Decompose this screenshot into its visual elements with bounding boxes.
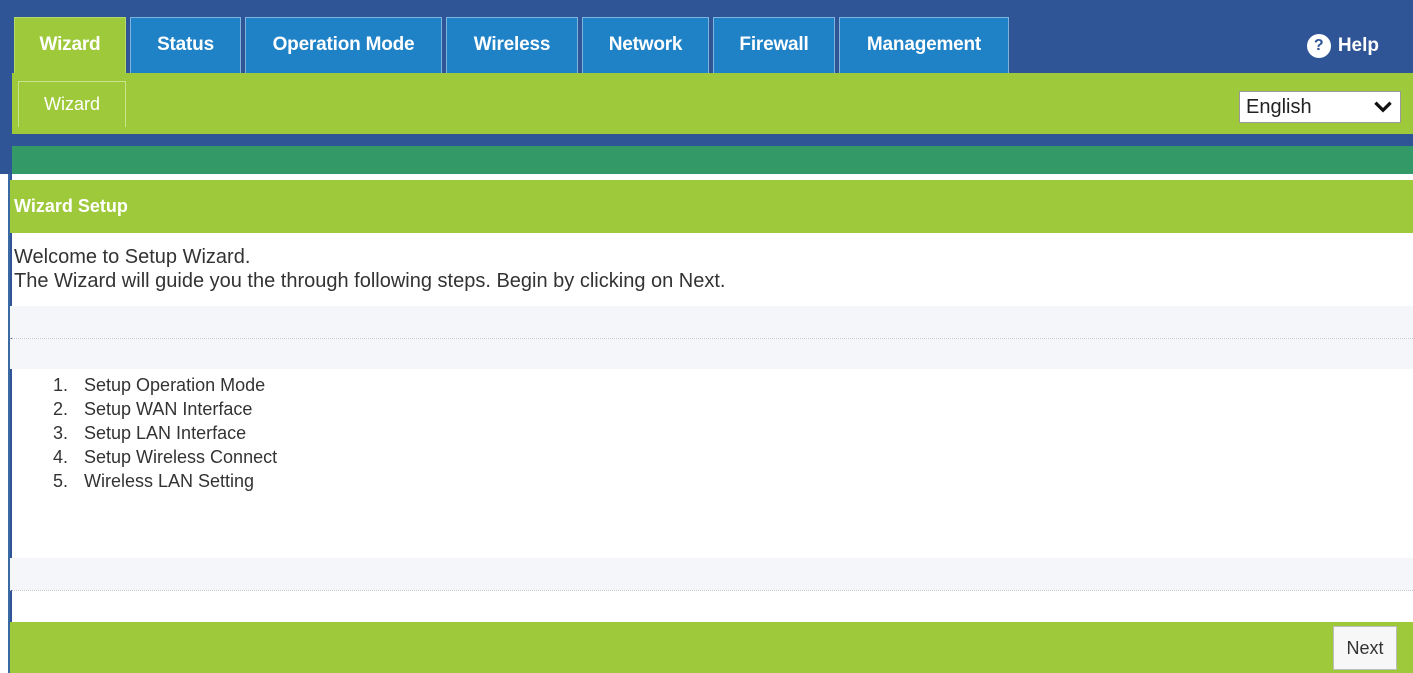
intro-text: Welcome to Setup Wizard. The Wizard will… [14, 245, 1404, 293]
teal-band [12, 146, 1413, 174]
help-label: Help [1337, 35, 1379, 56]
tab-firewall[interactable]: Firewall [713, 17, 835, 73]
footer-bar: Next [10, 622, 1413, 673]
nav-divider [0, 134, 1413, 146]
help-icon: ? [1306, 34, 1331, 58]
section-title: Wizard Setup [10, 180, 1413, 233]
content-left-border [0, 174, 10, 673]
list-item: 1. Setup Operation Mode [52, 375, 266, 395]
list-item: 2. Setup WAN Interface [52, 399, 253, 419]
language-select-value: English [1246, 95, 1312, 118]
subtab-wizard[interactable]: Wizard [18, 81, 126, 127]
spacer-row [10, 339, 1413, 369]
list-item: 5. Wireless LAN Setting [52, 471, 255, 491]
wizard-steps-list: 1. Setup Operation Mode 2. Setup WAN Inter… [18, 373, 277, 493]
next-button[interactable]: Next [1333, 626, 1397, 670]
router-admin-page: Wizard Status Operation Mode Wireless Ne… [0, 0, 1413, 673]
main-tabs: Wizard Status Operation Mode Wireless Ne… [14, 17, 1013, 73]
list-item: 4. Setup Wireless Connect [52, 447, 278, 467]
intro-line-1: Welcome to Setup Wizard. [14, 246, 251, 268]
tab-wizard[interactable]: Wizard [14, 17, 126, 73]
sub-navigation-bar: Wizard English [12, 73, 1413, 134]
divider [10, 590, 1413, 591]
spacer-row [10, 306, 1413, 338]
tab-operation-mode[interactable]: Operation Mode [245, 17, 442, 73]
tab-wireless[interactable]: Wireless [446, 17, 578, 73]
help-link[interactable]: ? Help [1306, 34, 1379, 58]
tab-network[interactable]: Network [582, 17, 709, 73]
chevron-down-icon [1374, 101, 1392, 113]
list-item: 3. Setup LAN Interface [52, 423, 247, 443]
intro-line-2: The Wizard will guide you the through fo… [14, 270, 726, 292]
spacer-row [10, 558, 1413, 590]
tab-management[interactable]: Management [839, 17, 1009, 73]
tab-status[interactable]: Status [130, 17, 241, 73]
language-select[interactable]: English [1239, 91, 1401, 123]
